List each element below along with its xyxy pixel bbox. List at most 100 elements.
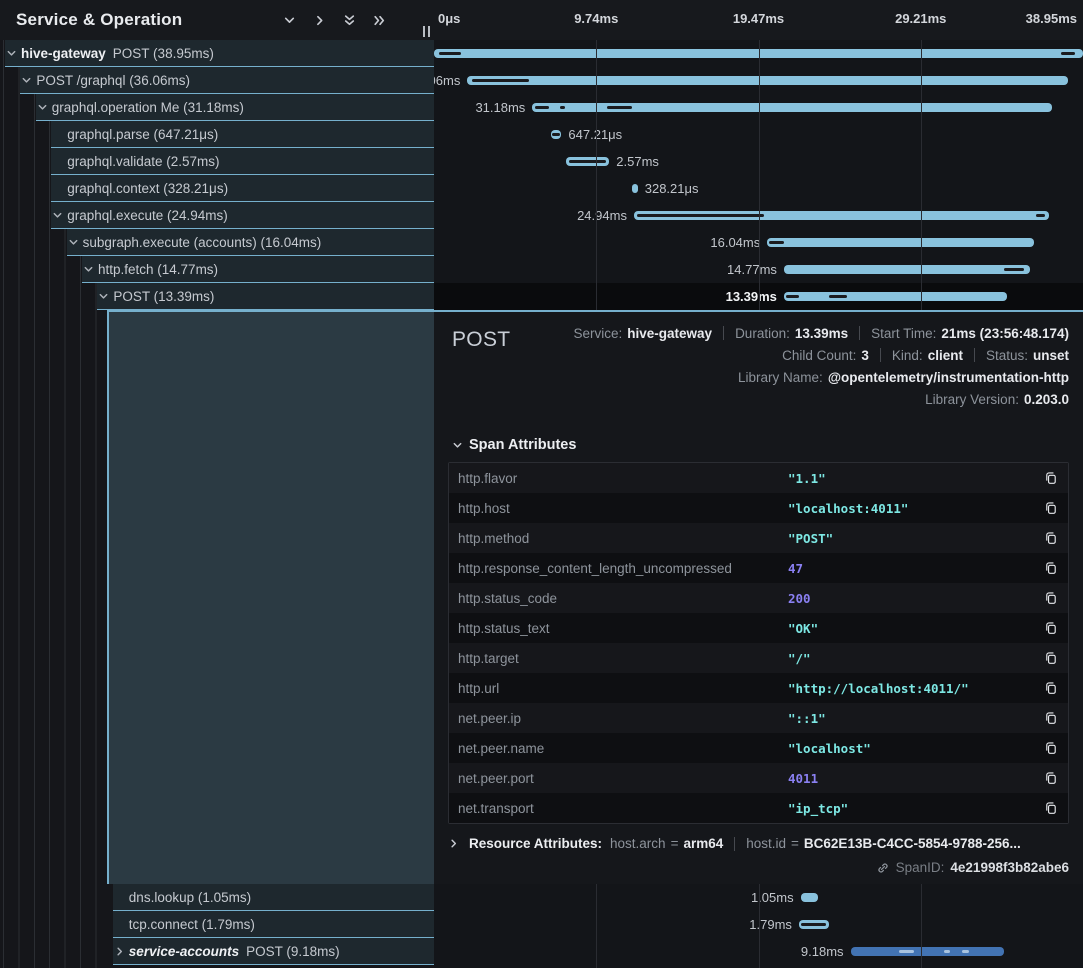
span-duration-bar[interactable]	[784, 265, 1030, 274]
span-attributes-toggle[interactable]: Span Attributes	[452, 437, 1069, 453]
span-duration-bar[interactable]	[851, 947, 1004, 956]
panel-resize-handle[interactable]	[423, 26, 430, 37]
span-duration-bar[interactable]	[632, 184, 637, 193]
copy-icon[interactable]	[1040, 471, 1058, 485]
attribute-value: "::1"	[788, 711, 1040, 726]
span-service-label: service-accounts	[129, 944, 239, 959]
span-operation-label: POST (13.39ms)	[113, 289, 214, 304]
span-row[interactable]: POST /graphql (36.06ms) 36.06ms	[0, 67, 1083, 94]
meta-label: Status:	[986, 348, 1028, 363]
copy-icon[interactable]	[1040, 741, 1058, 755]
copy-icon[interactable]	[1040, 681, 1058, 695]
span-row[interactable]: graphql.context (328.21μs) 328.21μs	[0, 175, 1083, 202]
span-tree-cell[interactable]: graphql.parse (647.21μs)	[0, 121, 434, 148]
span-row[interactable]: service-accounts POST (9.18ms) 9.18ms	[0, 938, 1083, 965]
span-timeline-cell[interactable]: 13.39ms	[434, 283, 1083, 310]
expand-chevron-icon[interactable]	[98, 291, 113, 302]
span-tree-cell[interactable]: graphql.validate (2.57ms)	[0, 148, 434, 175]
timeline-ruler[interactable]: 0μs 9.74ms 19.47ms 29.21ms 38.95ms	[434, 0, 1083, 40]
span-tree-cell[interactable]: http.fetch (14.77ms)	[0, 256, 434, 283]
span-timeline-cell[interactable]: 24.94ms	[434, 202, 1083, 229]
span-tree-cell[interactable]: POST (13.39ms)	[0, 283, 434, 310]
expand-chevron-icon[interactable]	[68, 237, 83, 248]
span-timeline-cell[interactable]: 1.05ms	[434, 884, 1083, 911]
span-tree-cell[interactable]: service-accounts POST (9.18ms)	[0, 938, 434, 965]
span-tree-cell[interactable]: graphql.context (328.21μs)	[0, 175, 434, 202]
span-tree-cell[interactable]: POST /graphql (36.06ms)	[0, 67, 434, 94]
span-timeline-cell[interactable]: 14.77ms	[434, 256, 1083, 283]
span-duration-bar[interactable]	[467, 76, 1068, 85]
copy-icon[interactable]	[1040, 711, 1058, 725]
span-id-row: SpanID: 4e21998f3b82abe6	[452, 860, 1069, 875]
span-duration-bar[interactable]	[767, 238, 1034, 247]
copy-icon[interactable]	[1040, 561, 1058, 575]
span-attributes-title: Span Attributes	[469, 437, 576, 453]
meta-value: 21ms (23:56:48.174)	[941, 326, 1069, 341]
span-row[interactable]: hive-gateway POST (38.95ms)	[0, 40, 1083, 67]
span-row[interactable]: graphql.parse (647.21μs) 647.21μs	[0, 121, 1083, 148]
span-duration-label: 9.18ms	[801, 938, 844, 965]
span-duration-bar[interactable]	[434, 49, 1083, 58]
span-duration-label: 647.21μs	[568, 121, 622, 148]
double-chevron-down-icon[interactable]	[343, 14, 356, 27]
copy-icon[interactable]	[1040, 531, 1058, 545]
link-icon[interactable]	[876, 861, 890, 875]
span-row[interactable]: graphql.execute (24.94ms) 24.94ms	[0, 202, 1083, 229]
expand-chevron-icon[interactable]	[21, 75, 36, 86]
span-row[interactable]: POST (13.39ms) 13.39ms	[0, 283, 1083, 310]
expand-chevron-icon[interactable]	[52, 210, 67, 221]
span-duration-bar[interactable]	[801, 893, 818, 902]
span-tree-cell[interactable]: graphql.operation Me (31.18ms)	[0, 94, 434, 121]
resource-value: arm64	[683, 836, 723, 851]
span-row[interactable]: http.fetch (14.77ms) 14.77ms	[0, 256, 1083, 283]
expand-chevron-icon[interactable]	[114, 946, 129, 957]
chevron-right-icon[interactable]	[313, 14, 326, 27]
span-operation-label: POST (38.95ms)	[113, 46, 214, 61]
resource-attributes[interactable]: Resource Attributes: host.arch=arm64host…	[448, 836, 1069, 851]
span-row[interactable]: graphql.validate (2.57ms) 2.57ms	[0, 148, 1083, 175]
span-timeline-cell[interactable]: 647.21μs	[434, 121, 1083, 148]
span-timeline-cell[interactable]: 2.57ms	[434, 148, 1083, 175]
meta-label: Service:	[573, 326, 622, 341]
span-row[interactable]: dns.lookup (1.05ms) 1.05ms	[0, 884, 1083, 911]
expand-chevron-icon[interactable]	[6, 48, 21, 59]
span-row[interactable]: tcp.connect (1.79ms) 1.79ms	[0, 911, 1083, 938]
span-row[interactable]: subgraph.execute (accounts) (16.04ms) 16…	[0, 229, 1083, 256]
double-chevron-right-icon[interactable]	[373, 14, 386, 27]
attribute-row: http.method "POST"	[449, 523, 1068, 553]
span-tree-cell[interactable]: tcp.connect (1.79ms)	[0, 911, 434, 938]
span-timeline-cell[interactable]: 9.18ms	[434, 938, 1083, 965]
span-timeline-cell[interactable]	[434, 40, 1083, 67]
span-tree-cell[interactable]: dns.lookup (1.05ms)	[0, 884, 434, 911]
span-duration-bar[interactable]	[784, 292, 1007, 301]
expand-chevron-icon[interactable]	[37, 102, 52, 113]
copy-icon[interactable]	[1040, 591, 1058, 605]
span-row[interactable]: graphql.operation Me (31.18ms) 31.18ms	[0, 94, 1083, 121]
ruler-tick: 29.21ms	[895, 11, 946, 26]
span-timeline-cell[interactable]: 16.04ms	[434, 229, 1083, 256]
span-tree-cell[interactable]: graphql.execute (24.94ms)	[0, 202, 434, 229]
span-operation-label: POST /graphql (36.06ms)	[36, 73, 190, 88]
meta-label: Child Count:	[782, 348, 856, 363]
span-tree-cell[interactable]: subgraph.execute (accounts) (16.04ms)	[0, 229, 434, 256]
meta-value: @opentelemetry/instrumentation-http	[828, 370, 1069, 385]
expand-chevron-icon[interactable]	[83, 264, 98, 275]
attribute-key: net.peer.ip	[458, 711, 788, 726]
span-timeline-cell[interactable]: 31.18ms	[434, 94, 1083, 121]
span-tree-cell[interactable]: hive-gateway POST (38.95ms)	[0, 40, 434, 67]
copy-icon[interactable]	[1040, 801, 1058, 815]
meta-label: Library Name:	[738, 370, 823, 385]
chevron-down-icon[interactable]	[283, 14, 296, 27]
bar-notch	[1004, 268, 1024, 271]
copy-icon[interactable]	[1040, 651, 1058, 665]
span-timeline-cell[interactable]: 36.06ms	[434, 67, 1083, 94]
copy-icon[interactable]	[1040, 771, 1058, 785]
span-operation-label: graphql.operation Me (31.18ms)	[52, 100, 244, 115]
span-timeline-cell[interactable]: 1.79ms	[434, 911, 1083, 938]
span-timeline-cell[interactable]: 328.21μs	[434, 175, 1083, 202]
copy-icon[interactable]	[1040, 501, 1058, 515]
bar-notch	[786, 295, 799, 298]
chevron-right-icon	[448, 838, 463, 849]
attribute-row: http.flavor "1.1"	[449, 463, 1068, 493]
copy-icon[interactable]	[1040, 621, 1058, 635]
